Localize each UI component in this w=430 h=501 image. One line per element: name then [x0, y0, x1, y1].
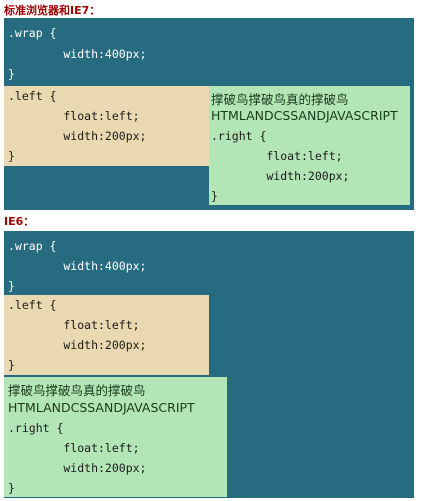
- right-close-brace: }: [211, 189, 218, 203]
- left-close-brace: }: [8, 149, 15, 163]
- wrap-close-brace: }: [8, 279, 15, 293]
- wrap-selector: .wrap {: [8, 239, 57, 253]
- left-float-rule: float:left;: [8, 109, 140, 123]
- right-float-rule: float:left;: [8, 441, 140, 455]
- left-width-rule: width:200px;: [8, 338, 147, 352]
- right-selector: .right {: [211, 129, 267, 143]
- wrap-width-rule: width:400px;: [8, 47, 147, 61]
- left-close-brace: }: [8, 358, 15, 372]
- right-width-rule: width:200px;: [211, 169, 350, 183]
- left-selector: .left {: [8, 89, 57, 103]
- right-float-box: 撑破鸟撑破鸟真的撑破鸟 HTMLANDCSSANDJAVASCRIPT .rig…: [209, 86, 410, 205]
- right-chinese-text: 撑破鸟撑破鸟真的撑破鸟: [211, 92, 349, 107]
- left-selector: .left {: [8, 298, 57, 312]
- right-chinese-text: 撑破鸟撑破鸟真的撑破鸟: [8, 383, 146, 398]
- right-close-brace: }: [8, 481, 15, 495]
- left-float-box: .left { float:left; width:200px; }: [4, 295, 209, 375]
- wrap-width-rule: width:400px;: [8, 259, 147, 273]
- right-english-text: HTMLANDCSSANDJAVASCRIPT: [8, 400, 195, 415]
- right-float-box: 撑破鸟撑破鸟真的撑破鸟 HTMLANDCSSANDJAVASCRIPT .rig…: [4, 377, 227, 497]
- right-width-rule: width:200px;: [8, 461, 147, 475]
- right-selector: .right {: [8, 421, 64, 435]
- demo-panel-ie6: .wrap { width:400px; } .left { float:lef…: [4, 231, 414, 498]
- left-width-rule: width:200px;: [8, 129, 147, 143]
- heading-standard-browsers: 标准浏览器和IE7：: [4, 4, 101, 17]
- left-float-rule: float:left;: [8, 318, 140, 332]
- demo-panel-standard: .wrap { width:400px; } .left { float:lef…: [4, 18, 414, 210]
- right-float-rule: float:left;: [211, 149, 343, 163]
- right-english-text: HTMLANDCSSANDJAVASCRIPT: [211, 108, 398, 123]
- wrap-close-brace: }: [8, 67, 15, 81]
- wrap-selector: .wrap {: [8, 26, 57, 40]
- heading-ie6: IE6：: [4, 215, 35, 228]
- left-float-box: .left { float:left; width:200px; }: [4, 86, 209, 166]
